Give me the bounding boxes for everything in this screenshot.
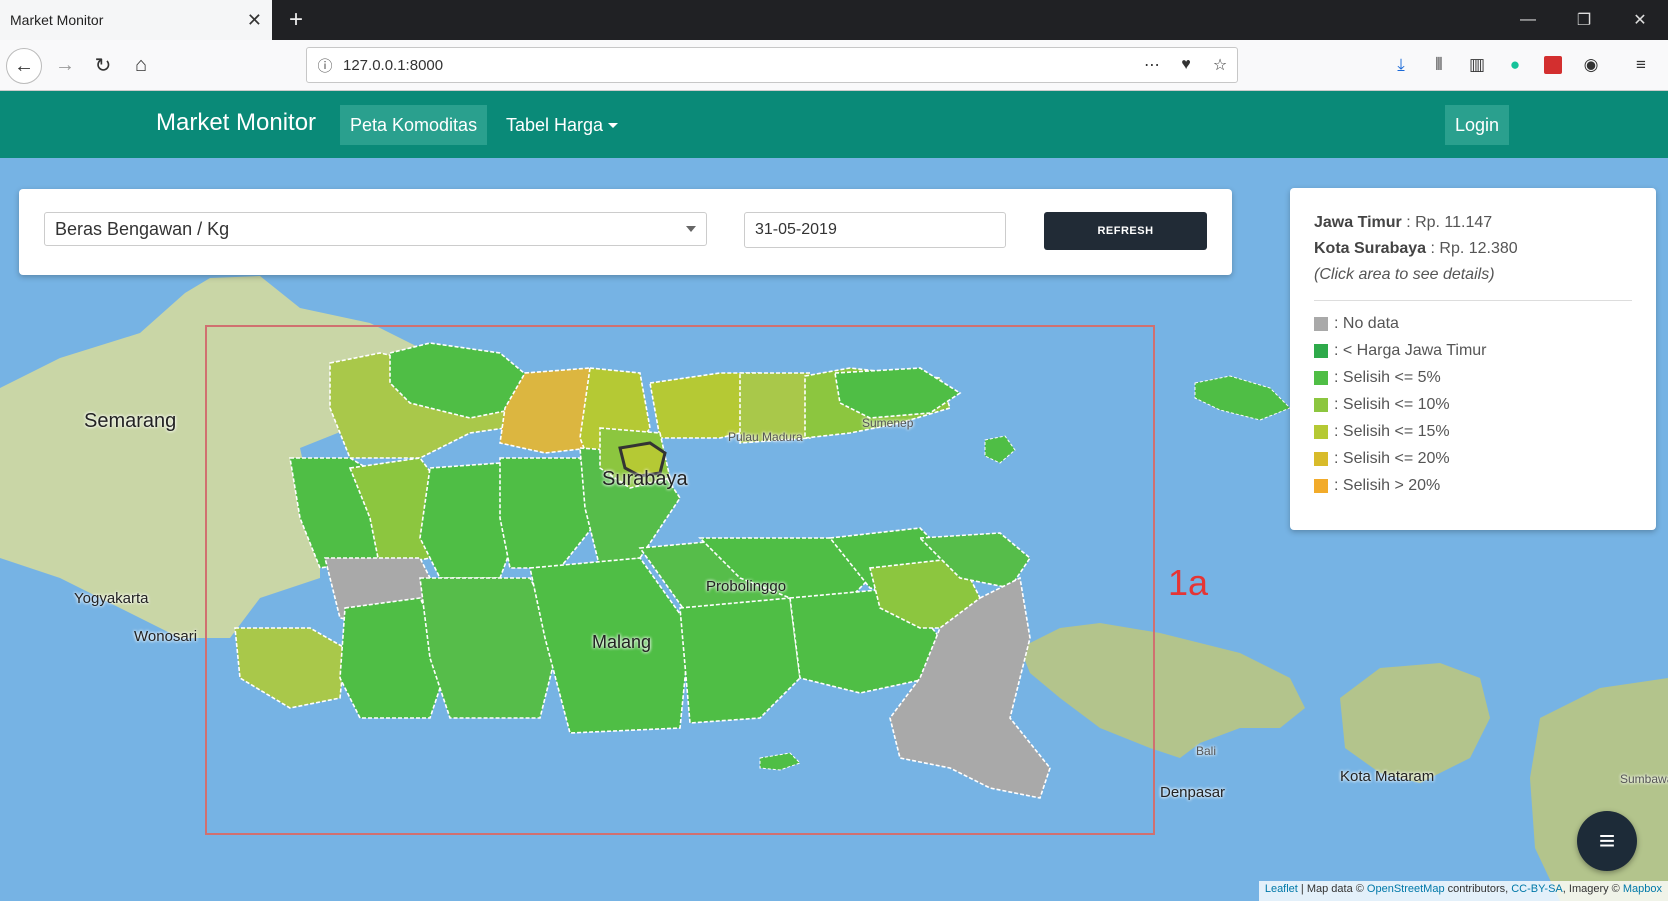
legend-swatch — [1314, 425, 1328, 439]
forward-icon[interactable]: → — [48, 48, 82, 82]
attribution-text-3: , Imagery © — [1562, 883, 1623, 895]
label-semarang: Semarang — [84, 410, 177, 432]
bookmark-star-icon[interactable]: ☆ — [1203, 55, 1237, 75]
legend-swatch — [1314, 479, 1328, 493]
grammarly-icon[interactable]: ● — [1500, 50, 1530, 80]
info-legend-panel: Jawa Timur : Rp. 11.147 Kota Surabaya : … — [1290, 188, 1656, 530]
license-link[interactable]: CC-BY-SA — [1511, 883, 1563, 895]
legend-swatch — [1314, 317, 1328, 331]
label-kota-mataram: Kota Mataram — [1340, 768, 1435, 785]
annotation-box — [205, 325, 1155, 835]
account-icon[interactable]: ◉ — [1576, 50, 1606, 80]
legend-label: : Selisih <= 20% — [1334, 450, 1450, 467]
map-attribution: Leaflet | Map data © OpenStreetMap contr… — [1258, 881, 1668, 901]
caret-down-icon — [608, 122, 619, 128]
commodity-select[interactable]: Beras Bengawan / Kg — [44, 212, 707, 246]
legend-label: : Selisih <= 5% — [1334, 369, 1441, 386]
osm-link[interactable]: OpenStreetMap — [1367, 883, 1445, 895]
annotation-label: 1a — [1168, 562, 1209, 603]
legend-item: : No data — [1314, 315, 1632, 333]
legend-label: : Selisih > 20% — [1334, 477, 1441, 494]
window-close-button[interactable]: ✕ — [1620, 6, 1660, 34]
download-icon[interactable]: ⤓ — [1386, 50, 1416, 80]
label-sumbawa: Sumbawa — [1620, 772, 1668, 786]
legend-item: : Selisih <= 15% — [1314, 423, 1632, 441]
brand-title[interactable]: Market Monitor — [156, 109, 316, 137]
menu-fab-button[interactable]: ≡ — [1577, 811, 1637, 871]
label-wonosari: Wonosari — [134, 628, 198, 645]
legend-item: : Selisih <= 20% — [1314, 450, 1632, 468]
extension-red-icon[interactable] — [1538, 50, 1568, 80]
province-name: Jawa Timur — [1314, 214, 1402, 231]
land-kangean — [1194, 375, 1291, 421]
legend-item: : Selisih > 20% — [1314, 477, 1632, 495]
legend-divider — [1314, 300, 1632, 301]
label-bali: Bali — [1196, 744, 1217, 758]
legend-label: : Selisih <= 10% — [1334, 396, 1450, 413]
menu-icon: ≡ — [1598, 825, 1616, 856]
province-price-line: Jawa Timur : Rp. 11.147 — [1314, 214, 1632, 232]
restore-button[interactable]: ❐ — [1564, 6, 1604, 34]
browser-toolbar: ← → ↻ ⌂ ⓘ 127.0.0.1:8000 ⋯ ♥ ☆ ⤓ ⫴ ▥ ● ◉… — [0, 40, 1668, 91]
browser-tab[interactable]: Market Monitor ✕ — [0, 0, 272, 40]
land-lombok — [1340, 663, 1490, 783]
address-bar[interactable]: ⓘ 127.0.0.1:8000 ⋯ ♥ ☆ — [306, 47, 1238, 83]
attribution-text-1: | Map data © — [1297, 883, 1367, 895]
nav-peta-komoditas[interactable]: Peta Komoditas — [340, 105, 488, 145]
page-actions-icon[interactable]: ⋯ — [1135, 55, 1169, 75]
legend-list: : No data : < Harga Jawa Timur : Selisih <… — [1314, 315, 1632, 495]
new-tab-button[interactable]: + — [282, 6, 310, 34]
sidebar-icon[interactable]: ▥ — [1462, 50, 1492, 80]
city-name: Kota Surabaya — [1314, 240, 1427, 257]
dropdown-arrow-icon — [686, 226, 696, 232]
hamburger-menu-icon[interactable]: ≡ — [1626, 50, 1656, 80]
leaflet-link[interactable]: Leaflet — [1265, 883, 1298, 895]
tab-title: Market Monitor — [10, 12, 104, 28]
site-info-icon[interactable]: ⓘ — [307, 55, 343, 76]
close-tab-icon[interactable]: ✕ — [247, 10, 262, 31]
legend-item: : Selisih <= 10% — [1314, 396, 1632, 414]
refresh-button[interactable]: REFRESH — [1044, 212, 1207, 250]
legend-label: : Selisih <= 15% — [1334, 423, 1450, 440]
back-icon[interactable]: ← — [6, 48, 42, 84]
mapbox-link[interactable]: Mapbox — [1623, 883, 1662, 895]
library-icon[interactable]: ⫴ — [1424, 50, 1454, 80]
label-denpasar: Denpasar — [1160, 784, 1226, 801]
legend-label: : < Harga Jawa Timur — [1334, 342, 1487, 359]
legend-swatch — [1314, 398, 1328, 412]
label-yogyakarta: Yogyakarta — [74, 590, 149, 607]
legend-label: : No data — [1334, 315, 1399, 332]
date-input[interactable] — [744, 212, 1006, 248]
city-price: : Rp. 12.380 — [1426, 240, 1518, 257]
legend-item: : < Harga Jawa Timur — [1314, 342, 1632, 360]
pocket-icon[interactable]: ♥ — [1169, 56, 1203, 74]
url-text: 127.0.0.1:8000 — [343, 56, 444, 74]
city-price-line: Kota Surabaya : Rp. 12.380 — [1314, 240, 1632, 258]
legend-swatch — [1314, 371, 1328, 385]
browser-titlebar: Market Monitor ✕ + — ❐ ✕ — [0, 0, 1668, 40]
legend-swatch — [1314, 452, 1328, 466]
login-button[interactable]: Login — [1445, 105, 1510, 145]
filter-card: Beras Bengawan / Kg REFRESH — [19, 189, 1232, 275]
legend-swatch — [1314, 344, 1328, 358]
nav-tabel-harga[interactable]: Tabel Harga — [496, 105, 628, 145]
nav-tabel-harga-label: Tabel Harga — [506, 114, 604, 135]
reload-icon[interactable]: ↻ — [86, 48, 120, 82]
legend-item: : Selisih <= 5% — [1314, 369, 1632, 387]
minimize-button[interactable]: — — [1508, 6, 1548, 34]
app-navbar: Market Monitor Peta Komoditas Tabel Harg… — [0, 91, 1668, 158]
commodity-select-value: Beras Bengawan / Kg — [55, 218, 230, 239]
home-icon[interactable]: ⌂ — [124, 48, 158, 82]
province-price: : Rp. 11.147 — [1401, 214, 1493, 231]
attribution-text-2: contributors, — [1444, 883, 1512, 895]
click-hint: (Click area to see details) — [1314, 266, 1495, 283]
